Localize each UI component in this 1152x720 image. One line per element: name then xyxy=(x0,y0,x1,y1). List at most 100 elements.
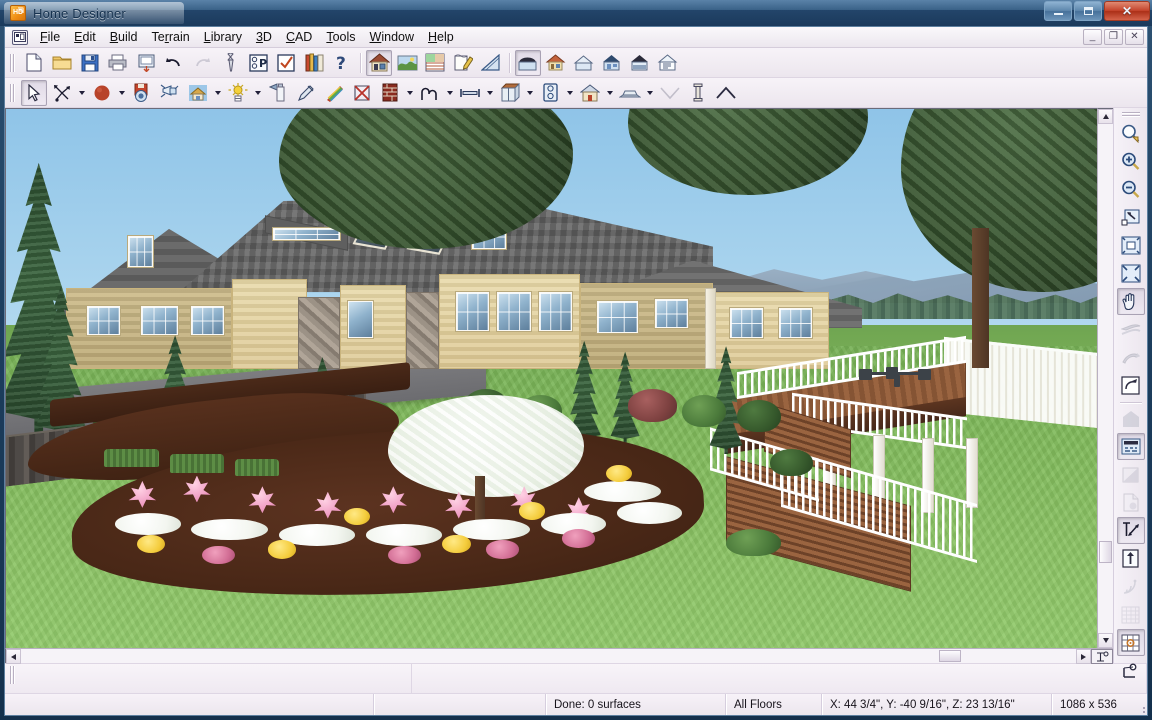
deck-button[interactable] xyxy=(617,80,643,106)
select-objects-button[interactable] xyxy=(21,79,47,106)
house-dropdown-arrow[interactable] xyxy=(212,80,224,106)
mdi-minimize-button[interactable]: _ xyxy=(1083,29,1102,45)
sun-dropdown-arrow[interactable] xyxy=(252,80,264,106)
scroll-right-button[interactable] xyxy=(1076,649,1091,664)
spotlight-button[interactable] xyxy=(157,80,183,106)
menu-item-edit[interactable]: Edit xyxy=(67,28,103,46)
wall-dropdown-arrow[interactable] xyxy=(404,80,416,106)
cad-point-corner-icon[interactable] xyxy=(1091,649,1113,664)
close-button[interactable]: ✕ xyxy=(1104,1,1150,21)
menu-item-cad[interactable]: CAD xyxy=(279,28,319,46)
railing-dropdown-arrow[interactable] xyxy=(444,80,456,106)
scroll-up-button[interactable] xyxy=(1098,109,1113,124)
toolbar-grip[interactable] xyxy=(8,52,17,74)
library-books-icon[interactable] xyxy=(301,50,327,76)
camera-view-button[interactable] xyxy=(515,49,541,76)
preferences-p-icon[interactable]: P xyxy=(245,50,271,76)
3d-camera-view[interactable] xyxy=(5,108,1097,648)
material-paint-button[interactable] xyxy=(321,80,347,106)
print-button[interactable] xyxy=(105,50,131,76)
paint-spray-button[interactable] xyxy=(265,80,291,106)
tape-measure-button[interactable] xyxy=(1116,517,1145,544)
cad-point-button[interactable] xyxy=(1117,657,1145,684)
valley-roof-button[interactable] xyxy=(657,80,683,106)
eyedropper-button[interactable] xyxy=(293,80,319,106)
menu-item-help[interactable]: Help xyxy=(421,28,461,46)
transform-button[interactable] xyxy=(49,80,75,106)
house-tool-button[interactable] xyxy=(185,80,211,106)
sun-angle-button[interactable] xyxy=(225,80,251,106)
plan-window-icon[interactable] xyxy=(12,29,28,45)
fill-window-button[interactable] xyxy=(1117,204,1145,231)
material-list-button[interactable] xyxy=(422,50,448,76)
wall-material-button[interactable] xyxy=(377,80,403,106)
resize-grip[interactable] xyxy=(1133,694,1147,715)
railing-button[interactable] xyxy=(417,80,443,106)
orbit-rotate-button[interactable] xyxy=(1117,372,1145,399)
mdi-restore-button[interactable]: ❐ xyxy=(1104,29,1123,45)
menu-item-terrain[interactable]: Terrain xyxy=(145,28,197,46)
textures-toggle-button[interactable] xyxy=(1116,433,1145,460)
zoom-out-button[interactable] xyxy=(1117,176,1145,203)
menu-item-file[interactable]: File xyxy=(33,28,67,46)
menu-item-3d[interactable]: 3D xyxy=(249,28,279,46)
room-dropdown-arrow[interactable] xyxy=(604,80,616,106)
toolbar-grip[interactable] xyxy=(8,82,17,104)
question-help-icon[interactable]: ? xyxy=(329,50,355,76)
horizontal-scroll-track[interactable] xyxy=(21,649,1076,663)
fill-building-button[interactable] xyxy=(1117,232,1145,259)
primitive-dropdown-arrow[interactable] xyxy=(116,80,128,106)
doll-house-view-button[interactable] xyxy=(599,50,625,76)
electrical-button[interactable] xyxy=(537,80,563,106)
floor-plan-view-button[interactable] xyxy=(366,49,392,76)
cross-section-button[interactable] xyxy=(655,50,681,76)
menu-item-window[interactable]: Window xyxy=(363,28,421,46)
zoom-in-button[interactable] xyxy=(1117,148,1145,175)
dimension-dropdown-arrow[interactable] xyxy=(484,80,496,106)
electrical-dropdown-arrow[interactable] xyxy=(564,80,576,106)
mdi-close-button[interactable]: ✕ xyxy=(1125,29,1144,45)
snap-grid-button[interactable] xyxy=(1116,629,1145,656)
zoom-window-button[interactable] xyxy=(1117,120,1145,147)
column-button[interactable] xyxy=(685,80,711,106)
measure-button[interactable] xyxy=(478,50,504,76)
open-plan-button[interactable] xyxy=(49,50,75,76)
terrain-view-button[interactable] xyxy=(394,50,420,76)
palette-grip[interactable] xyxy=(1121,111,1141,118)
view-vertical-scrollbar[interactable] xyxy=(1097,108,1113,648)
menu-item-library[interactable]: Library xyxy=(197,28,249,46)
minimize-button[interactable] xyxy=(1044,1,1072,21)
horizontal-scroll-thumb[interactable] xyxy=(938,650,961,662)
save-plan-button[interactable] xyxy=(77,50,103,76)
overview-button[interactable] xyxy=(571,50,597,76)
cabinet-button[interactable] xyxy=(497,80,523,106)
print-preview-button[interactable] xyxy=(133,50,159,76)
maximize-button[interactable] xyxy=(1074,1,1102,21)
pan-hand-button[interactable] xyxy=(1116,288,1145,315)
undo-button[interactable] xyxy=(161,50,187,76)
deck-dropdown-arrow[interactable] xyxy=(644,80,656,106)
cabinet-dropdown-arrow[interactable] xyxy=(524,80,536,106)
save-camera-button[interactable] xyxy=(129,80,155,106)
lower-panel-grip[interactable] xyxy=(8,664,17,686)
elevation-view-button[interactable] xyxy=(543,50,569,76)
menu-item-build[interactable]: Build xyxy=(103,28,145,46)
scroll-down-button[interactable] xyxy=(1098,633,1113,648)
scroll-left-button[interactable] xyxy=(6,649,21,664)
new-plan-button[interactable] xyxy=(21,50,47,76)
dimension-button[interactable] xyxy=(457,80,483,106)
vertical-scroll-thumb[interactable] xyxy=(1099,541,1112,564)
edit-area-button[interactable] xyxy=(450,50,476,76)
up-one-floor-button[interactable] xyxy=(1117,545,1145,572)
view-horizontal-scrollbar[interactable] xyxy=(5,648,1113,664)
zoom-extents-button[interactable] xyxy=(1117,260,1145,287)
menu-item-tools[interactable]: Tools xyxy=(319,28,362,46)
transform-dropdown-arrow[interactable] xyxy=(76,80,88,106)
room-button[interactable] xyxy=(577,80,603,106)
primitive-button[interactable] xyxy=(89,80,115,106)
gable-roof-button[interactable] xyxy=(713,80,739,106)
wrench-icon[interactable] xyxy=(217,50,243,76)
no-material-button[interactable] xyxy=(349,80,375,106)
vertical-scroll-track[interactable] xyxy=(1098,124,1113,633)
framing-overview-button[interactable] xyxy=(627,50,653,76)
